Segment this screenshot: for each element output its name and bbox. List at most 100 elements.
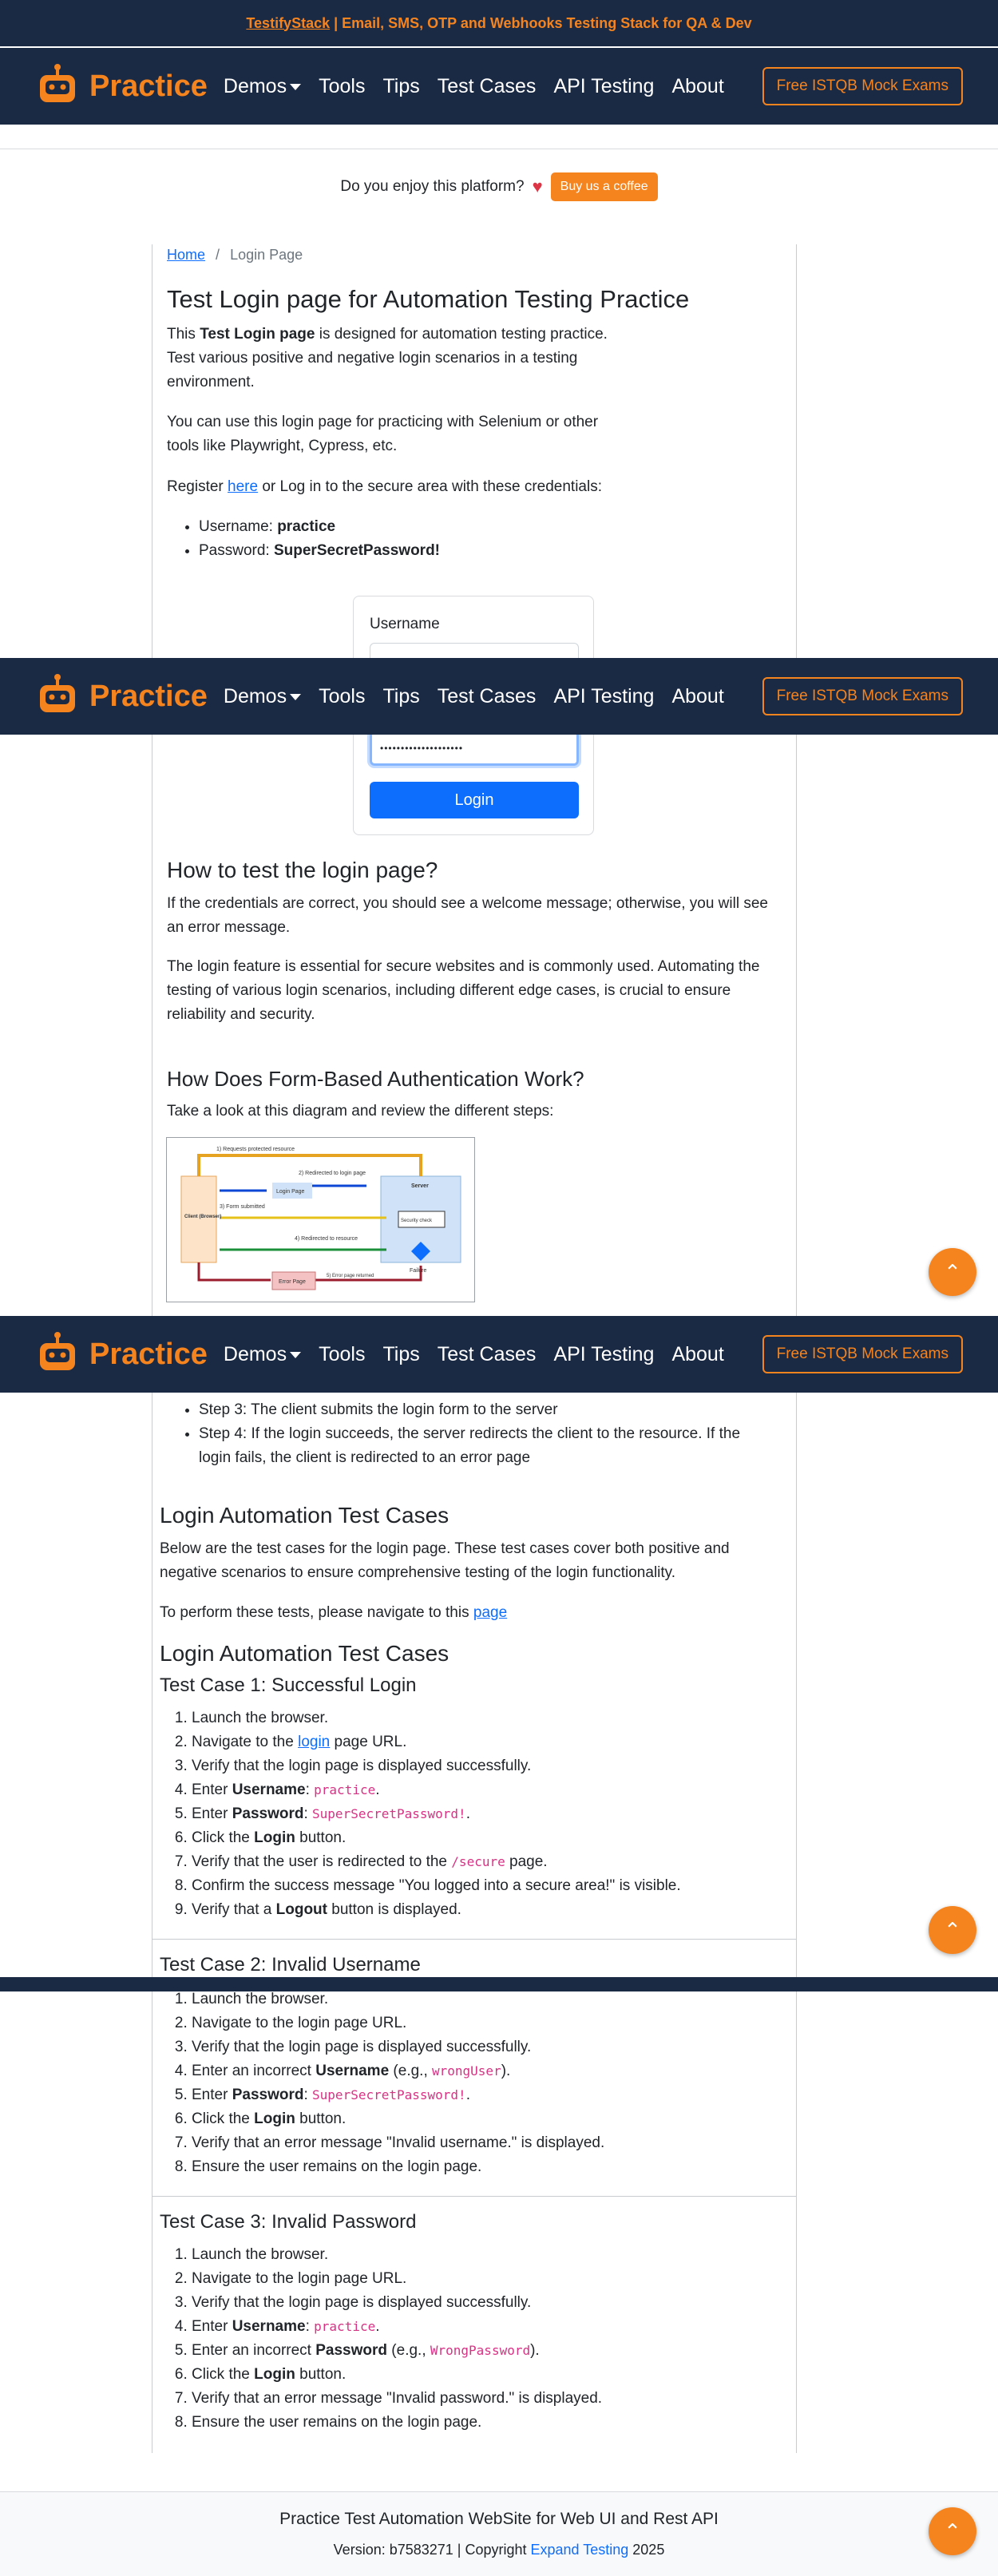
nav-api-testing[interactable]: API Testing — [553, 1343, 654, 1366]
diagram-label-error-page: Error Page — [279, 1279, 306, 1285]
intro-paragraph-1: This Test Login page is designed for aut… — [167, 326, 608, 390]
navbar: Practice Demos Tools Tips Test Cases API… — [0, 48, 998, 125]
chevron-up-icon: ⌃ — [944, 1917, 961, 1942]
istqb-exams-button[interactable]: Free ISTQB Mock Exams — [762, 1335, 963, 1373]
nav-tips[interactable]: Tips — [382, 75, 419, 98]
page-title: Test Login page for Automation Testing P… — [167, 285, 690, 313]
form-auth-diagram: 1) Requests protected resource 2) Redire… — [166, 1137, 475, 1302]
diagram-label-failure: Failure — [410, 1268, 427, 1274]
coffee-banner: Do you enjoy this platform? ♥ Buy us a c… — [0, 172, 998, 201]
diagram-label-client: Client (Browser) — [184, 1215, 221, 1219]
announcement-text: | Email, SMS, OTP and Webhooks Testing S… — [330, 14, 752, 31]
logo[interactable]: Practice — [35, 674, 208, 719]
nav-tools[interactable]: Tools — [319, 1343, 365, 1366]
chevron-up-icon: ⌃ — [944, 1259, 961, 1284]
tc1-steps: Launch the browser. Navigate to the logi… — [160, 1706, 681, 1922]
breadcrumb-home[interactable]: Home — [167, 247, 205, 263]
tc1-step: Verify that the login page is displayed … — [192, 1754, 681, 1778]
tc1-step: Enter Username: practice. — [192, 1778, 681, 1802]
robot-logo-icon — [40, 64, 75, 102]
nav-tools[interactable]: Tools — [319, 685, 365, 708]
istqb-exams-button[interactable]: Free ISTQB Mock Exams — [762, 677, 963, 715]
logo[interactable]: Practice — [35, 1332, 208, 1377]
divider — [152, 1939, 796, 1940]
intro-paragraph-3: Register here or Log in to the secure ar… — [167, 478, 602, 495]
footer-title: Practice Test Automation WebSite for Web… — [279, 2510, 719, 2528]
nav-demos[interactable]: Demos — [224, 1343, 302, 1366]
chevron-down-icon — [290, 693, 302, 700]
scroll-to-top-button[interactable]: ⌃ — [929, 2507, 976, 2555]
credential-password: Password: SuperSecretPassword! — [199, 539, 440, 563]
tc2-step: Enter Password: SuperSecretPassword!. — [192, 2083, 604, 2107]
diagram-label-requests: 1) Requests protected resource — [216, 1147, 295, 1152]
footer: Practice Test Automation WebSite for Web… — [0, 2491, 998, 2576]
nav-about[interactable]: About — [671, 75, 723, 98]
automation-title: Login Automation Test Cases — [160, 1503, 449, 1528]
nav-test-cases[interactable]: Test Cases — [438, 685, 537, 708]
navbar-sticky: Practice Demos Tools Tips Test Cases API… — [0, 1316, 998, 1393]
nav-demos[interactable]: Demos — [224, 75, 302, 98]
login-button[interactable]: Login — [370, 782, 579, 818]
tc1-step: Launch the browser. — [192, 1706, 681, 1730]
logo[interactable]: Practice — [35, 64, 208, 109]
auth-step-4: Step 4: If the login succeeds, the serve… — [199, 1422, 774, 1470]
buy-coffee-button[interactable]: Buy us a coffee — [550, 172, 658, 201]
tc1-step: Verify that the user is redirected to th… — [192, 1850, 681, 1874]
tc1-step: Navigate to the login page URL. — [192, 1730, 681, 1754]
nav-api-testing[interactable]: API Testing — [553, 685, 654, 708]
nav-demos[interactable]: Demos — [224, 685, 302, 708]
tc1-step: Click the Login button. — [192, 1826, 681, 1850]
diagram-label-form-submitted: 3) Form submitted — [220, 1204, 265, 1210]
logo-text: Practice — [89, 69, 208, 103]
expand-testing-link[interactable]: Expand Testing — [531, 2542, 629, 2558]
nav-about[interactable]: About — [671, 685, 723, 708]
nav-tools[interactable]: Tools — [319, 75, 365, 98]
how-to-title: How to test the login page? — [167, 858, 438, 882]
tc1-step: Enter Password: SuperSecretPassword!. — [192, 1802, 681, 1826]
diagram-label-redirected-login: 2) Redirected to login page — [299, 1171, 366, 1176]
nav-about[interactable]: About — [671, 1343, 723, 1366]
scroll-to-top-button[interactable]: ⌃ — [929, 1248, 976, 1296]
tc2-steps: Launch the browser. Navigate to the logi… — [160, 1987, 604, 2179]
automation-paragraph-1: Below are the test cases for the login p… — [160, 1540, 730, 1581]
test-page-link[interactable]: page — [473, 1604, 507, 1621]
tc3-step: Ensure the user remains on the login pag… — [192, 2411, 602, 2435]
username-label: Username — [370, 616, 440, 632]
intro-paragraph-2: You can use this login page for practici… — [167, 414, 599, 454]
diagram-label-login-page: Login Page — [276, 1189, 305, 1195]
tc1-title: Test Case 1: Successful Login — [160, 1674, 417, 1696]
tc1-step: Confirm the success message "You logged … — [192, 1874, 681, 1898]
tc2-step: Launch the browser. — [192, 1987, 604, 2011]
announcement-bar: TestifyStack | Email, SMS, OTP and Webho… — [0, 0, 998, 46]
password-input[interactable]: •••••••••••••••••••• — [370, 731, 579, 766]
tc3-step: Click the Login button. — [192, 2363, 602, 2387]
coffee-text: Do you enjoy this platform? — [340, 178, 525, 195]
testifystack-link[interactable]: TestifyStack — [246, 15, 330, 32]
credential-username: Username: practice — [199, 515, 440, 539]
tc3-step: Enter an incorrect Password (e.g., Wrong… — [192, 2339, 602, 2363]
tc3-step: Verify that the login page is displayed … — [192, 2291, 602, 2315]
form-auth-paragraph: Take a look at this diagram and review t… — [167, 1103, 554, 1120]
tc3-steps: Launch the browser. Navigate to the logi… — [160, 2243, 602, 2435]
tc2-step: Verify that an error message "Invalid us… — [192, 2131, 604, 2155]
diagram-label-error-returned: 5) Error page returned — [327, 1274, 374, 1278]
login-page-link[interactable]: login — [298, 1734, 330, 1750]
nav-test-cases[interactable]: Test Cases — [438, 1343, 537, 1366]
nav-api-testing[interactable]: API Testing — [553, 75, 654, 98]
istqb-exams-button[interactable]: Free ISTQB Mock Exams — [762, 67, 963, 105]
logo-text: Practice — [89, 1337, 208, 1371]
nav-test-cases[interactable]: Test Cases — [438, 75, 537, 98]
automation-title-2: Login Automation Test Cases — [160, 1641, 449, 1666]
how-to-paragraph-1: If the credentials are correct, you shou… — [167, 895, 768, 936]
divider — [152, 2196, 796, 2197]
diagram-label-redirected-resource: 4) Redirected to resource — [295, 1236, 358, 1242]
tc2-step: Verify that the login page is displayed … — [192, 2035, 604, 2059]
auth-step-3: Step 3: The client submits the login for… — [199, 1398, 774, 1422]
register-link[interactable]: here — [228, 478, 258, 495]
nav-tips[interactable]: Tips — [382, 685, 419, 708]
diagram-label-server: Server — [411, 1183, 429, 1189]
nav-tips[interactable]: Tips — [382, 1343, 419, 1366]
automation-paragraph-2: To perform these tests, please navigate … — [160, 1604, 508, 1621]
form-auth-title: How Does Form-Based Authentication Work? — [167, 1067, 584, 1091]
scroll-to-top-button[interactable]: ⌃ — [929, 1906, 976, 1954]
